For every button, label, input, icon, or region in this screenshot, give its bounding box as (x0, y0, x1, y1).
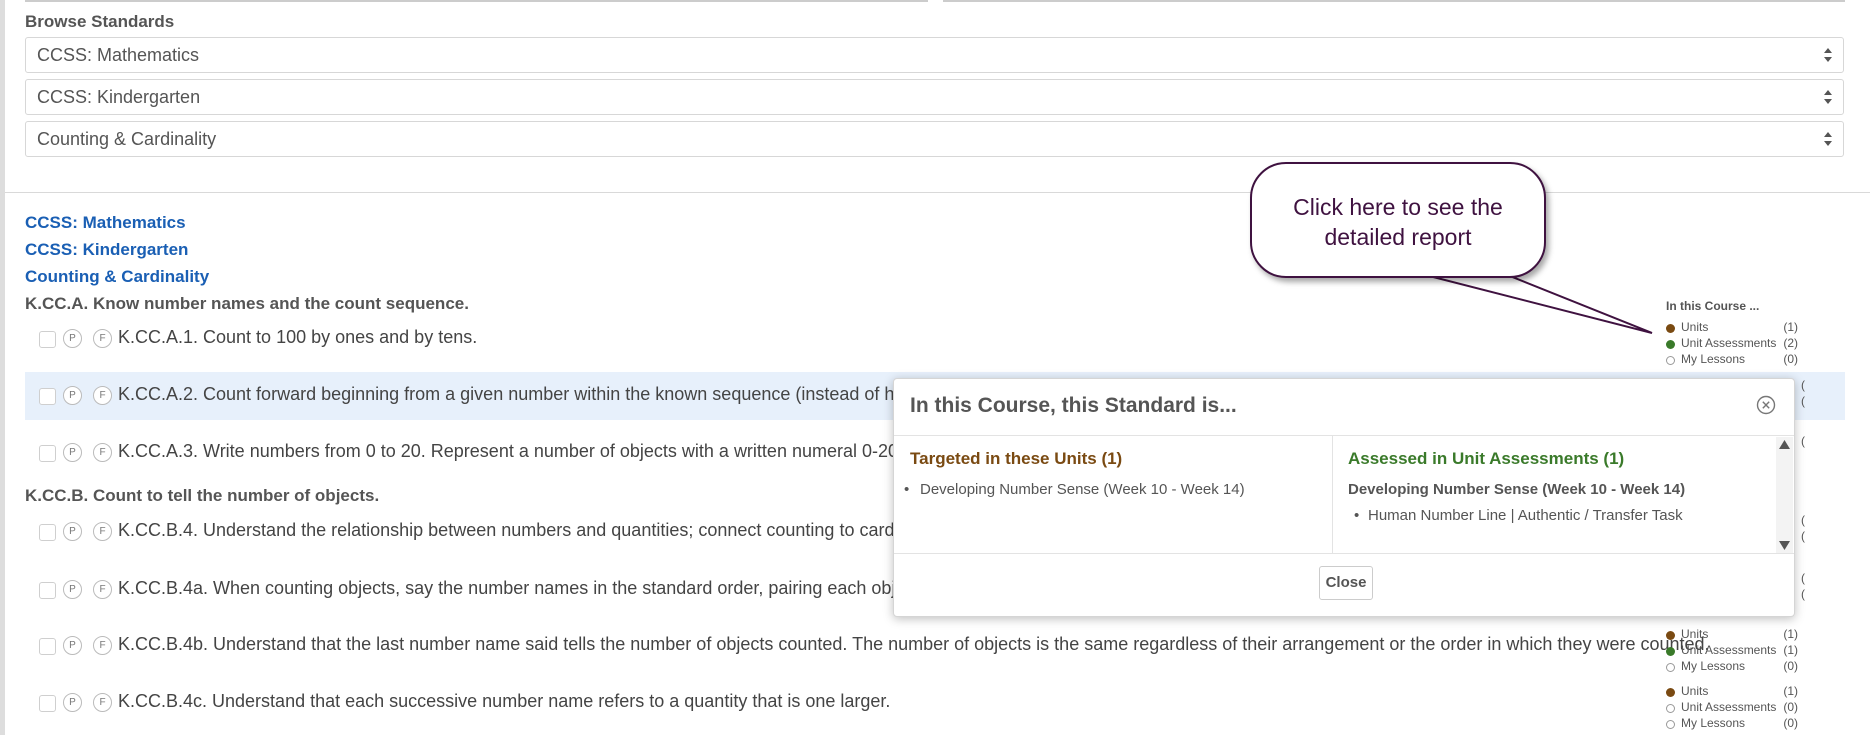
legend-lessons-label: My Lessons (1681, 352, 1746, 366)
grade-select[interactable]: CCSS: Kindergarten (25, 79, 1844, 115)
p-badge[interactable]: P (63, 580, 82, 599)
f-badge[interactable]: F (93, 522, 112, 541)
callout-line-1: Click here to see the (1293, 194, 1503, 220)
standard-checkbox[interactable] (39, 331, 56, 348)
standard-checkbox[interactable] (39, 445, 56, 462)
framework-select[interactable]: CCSS: Mathematics (25, 37, 1844, 73)
callout-line-2: detailed report (1324, 224, 1472, 250)
targeted-heading: Targeted in these Units (1) (910, 449, 1123, 468)
standard-usage-modal: In this Course, this Standard is... Targ… (893, 378, 1795, 617)
legend-assessments-count: (2) (1783, 336, 1798, 350)
targeted-unit-item[interactable]: Developing Number Sense (Week 10 - Week … (920, 481, 1245, 498)
legend-units-label: Units (1681, 320, 1709, 334)
standard-text: K.CC.B.4c. Understand that each successi… (118, 691, 891, 711)
f-badge[interactable]: F (93, 580, 112, 599)
f-badge[interactable]: F (93, 329, 112, 348)
standard-text: K.CC.B.4b. Understand that the last numb… (118, 634, 1710, 654)
select-arrows-icon (1824, 48, 1832, 62)
assessments-dot-icon (1666, 340, 1675, 349)
modal-column-divider (1332, 436, 1333, 554)
assessed-bullet: • (1354, 507, 1360, 524)
standard-row: P F K.CC.B.4b. Understand that the last … (25, 622, 1845, 670)
units-dot-icon (1666, 631, 1675, 640)
modal-title: In this Course, this Standard is... (910, 394, 1237, 417)
assessed-unit-name: Developing Number Sense (Week 10 - Week … (1348, 481, 1686, 498)
lessons-dot-icon (1666, 663, 1675, 672)
standard-text: K.CC.B.4. Understand the relationship be… (118, 520, 927, 540)
standard-text: K.CC.A.1. Count to 100 by ones and by te… (118, 327, 478, 347)
standard-checkbox[interactable] (39, 638, 56, 655)
select-arrows-icon (1824, 90, 1832, 104)
modal-footer-divider (894, 553, 1794, 554)
f-badge[interactable]: F (93, 693, 112, 712)
assessment-item[interactable]: Human Number Line | Authentic / Transfer… (1368, 507, 1683, 524)
domain-select-value: Counting & Cardinality (37, 129, 217, 149)
standard-checkbox[interactable] (39, 524, 56, 541)
targeted-bullet: • (904, 481, 910, 498)
lessons-dot-icon (1666, 720, 1675, 729)
usage-legend[interactable]: Units (1) Unit Assessments (2) My Lessons (… (1666, 320, 1798, 368)
standard-checkbox[interactable] (39, 388, 56, 405)
lessons-dot-icon (1666, 356, 1675, 365)
scroll-up-icon[interactable] (1778, 439, 1791, 450)
standard-checkbox[interactable] (39, 695, 56, 712)
callout-bubble: Click here to see the detailed report (1250, 162, 1546, 278)
standard-checkbox[interactable] (39, 582, 56, 599)
assessments-dot-icon (1666, 704, 1675, 713)
standard-text: K.CC.A.3. Write numbers from 0 to 20. Re… (118, 441, 923, 461)
legend-assessments-label: Unit Assessments (1681, 336, 1777, 350)
f-badge[interactable]: F (93, 443, 112, 462)
usage-legend[interactable]: Units (1) Unit Assessments (0) My Lessons(… (1666, 684, 1798, 732)
scroll-down-icon[interactable] (1778, 540, 1791, 551)
breadcrumb-grade[interactable]: CCSS: Kindergarten (25, 240, 188, 260)
modal-header-divider (894, 435, 1794, 436)
grade-select-value: CCSS: Kindergarten (37, 87, 201, 107)
legend-title: In this Course ... (1666, 299, 1760, 313)
assessments-dot-icon (1666, 647, 1675, 656)
p-badge[interactable]: P (63, 329, 82, 348)
p-badge[interactable]: P (63, 386, 82, 405)
standard-text: K.CC.B.4a. When counting objects, say th… (118, 578, 938, 598)
browse-standards-title: Browse Standards (25, 12, 175, 31)
units-dot-icon (1666, 688, 1675, 697)
section-divider (5, 192, 1870, 193)
close-icon[interactable] (1756, 395, 1776, 415)
framework-select-value: CCSS: Mathematics (37, 45, 200, 65)
domain-select[interactable]: Counting & Cardinality (25, 121, 1844, 157)
top-divider-right (943, 0, 1845, 2)
breadcrumb-framework[interactable]: CCSS: Mathematics (25, 213, 186, 233)
close-button[interactable]: Close (1319, 566, 1373, 600)
assessed-heading: Assessed in Unit Assessments (1) (1348, 449, 1625, 468)
select-arrows-icon (1824, 132, 1832, 146)
standard-row: P F K.CC.B.4c. Understand that each succ… (25, 679, 1845, 727)
p-badge[interactable]: P (63, 443, 82, 462)
top-divider-left (25, 0, 928, 2)
legend-lessons-count: (0) (1783, 352, 1798, 366)
left-border (0, 0, 5, 735)
breadcrumb-domain[interactable]: Counting & Cardinality (25, 267, 209, 287)
p-badge[interactable]: P (63, 693, 82, 712)
standard-text: K.CC.A.2. Count forward beginning from a… (118, 384, 928, 404)
modal-scrollbar[interactable] (1776, 437, 1793, 553)
legend-units-count: (1) (1783, 320, 1798, 334)
p-badge[interactable]: P (63, 522, 82, 541)
cluster-heading-b: K.CC.B. Count to tell the number of obje… (25, 486, 380, 505)
cluster-heading-a: K.CC.A. Know number names and the count … (25, 294, 469, 313)
p-badge[interactable]: P (63, 636, 82, 655)
f-badge[interactable]: F (93, 636, 112, 655)
f-badge[interactable]: F (93, 386, 112, 405)
usage-legend[interactable]: Units (1) Unit Assessments (1) My Lessons(… (1666, 627, 1798, 675)
